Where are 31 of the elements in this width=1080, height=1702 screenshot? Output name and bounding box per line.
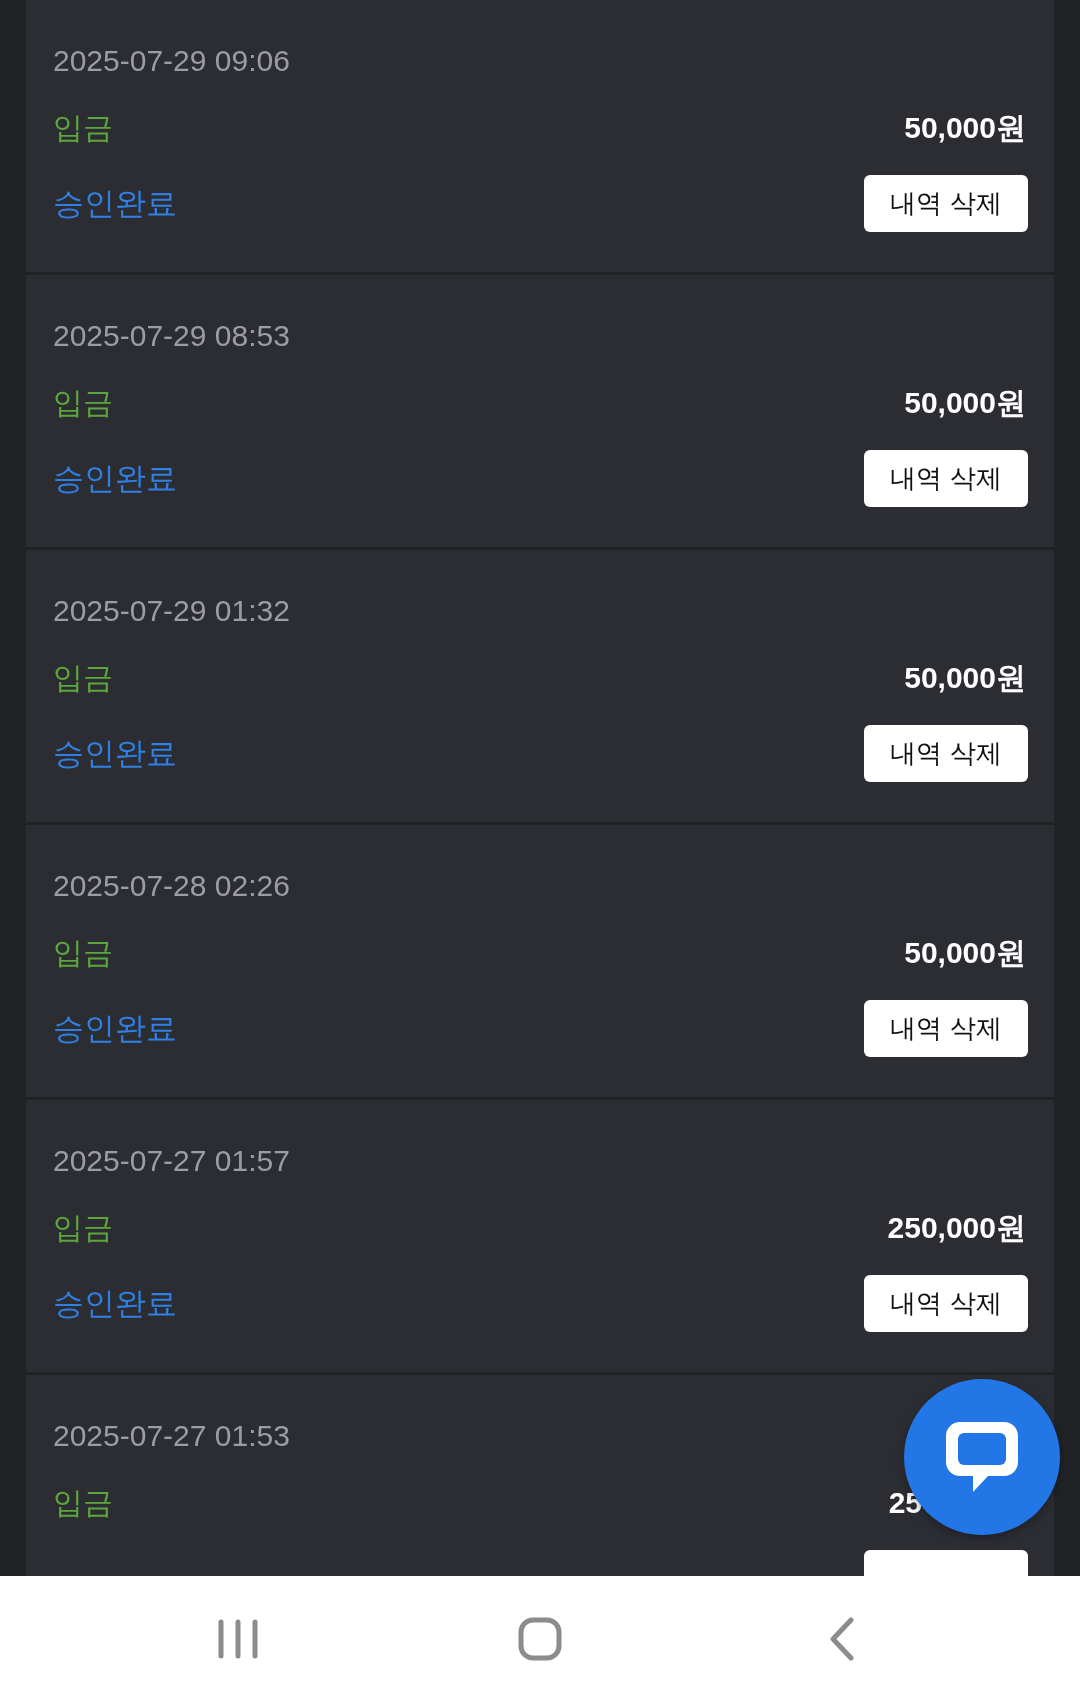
chat-bubble-icon: [946, 1422, 1018, 1492]
transaction-amount: 250,000원: [887, 1210, 1026, 1246]
delete-history-button[interactable]: 내역 삭제: [864, 1275, 1028, 1332]
transaction-amount: 50,000원: [904, 935, 1026, 971]
status-label: 승인완료: [53, 184, 177, 223]
transaction-type: 입금: [53, 660, 113, 696]
transaction-amount: 50,000원: [904, 660, 1026, 696]
status-label: 승인완료: [53, 459, 177, 498]
status-label: 승인완료: [53, 1009, 177, 1048]
transaction-type: 입금: [53, 110, 113, 146]
status-label: 승인완료: [53, 734, 177, 773]
transaction-type: 입금: [53, 935, 113, 971]
delete-history-button[interactable]: 내역 삭제: [864, 725, 1028, 782]
transaction-date: 2025-07-27 01:57: [53, 1143, 290, 1179]
transaction-date: 2025-07-28 02:26: [53, 868, 290, 904]
transaction-date: 2025-07-27 01:53: [53, 1418, 290, 1454]
back-icon[interactable]: [829, 1617, 855, 1661]
home-icon[interactable]: [518, 1617, 562, 1661]
delete-history-button[interactable]: 내역 삭제: [864, 450, 1028, 507]
transaction-type: 입금: [53, 1210, 113, 1246]
recent-apps-icon[interactable]: [218, 1619, 258, 1659]
delete-history-button[interactable]: 내역 삭제: [864, 1000, 1028, 1057]
transaction-amount: 50,000원: [904, 385, 1026, 421]
transaction-date: 2025-07-29 08:53: [53, 318, 290, 354]
transaction-amount: 50,000원: [904, 110, 1026, 146]
status-label: 승인완료: [53, 1284, 177, 1323]
transaction-date: 2025-07-29 09:06: [53, 43, 290, 79]
transaction-type: 입금: [53, 1485, 113, 1521]
transaction-type: 입금: [53, 385, 113, 421]
transaction-date: 2025-07-29 01:32: [53, 593, 290, 629]
delete-history-button[interactable]: 내역 삭제: [864, 175, 1028, 232]
